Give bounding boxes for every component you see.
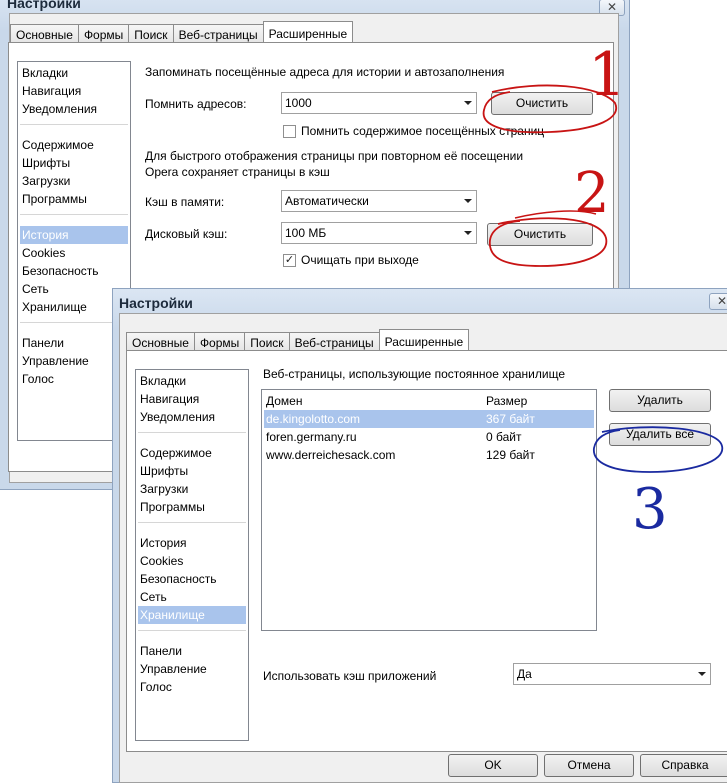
- window-title: Настройки: [119, 295, 193, 311]
- sidebar-divider: [138, 432, 246, 433]
- remember-addresses-value: 1000: [285, 96, 312, 110]
- chevron-down-icon: [464, 199, 472, 203]
- remember-contents-label: Помнить содержимое посещённых страниц: [301, 124, 545, 138]
- close-icon[interactable]: ✕: [709, 293, 727, 310]
- sidebar-item-cookies[interactable]: Cookies: [138, 552, 246, 570]
- chevron-down-icon: [698, 672, 706, 676]
- row-size: 0 байт: [486, 430, 522, 444]
- sidebar-item-programs[interactable]: Программы: [20, 190, 128, 208]
- chevron-down-icon: [464, 231, 472, 235]
- delete-button[interactable]: Удалить: [609, 389, 711, 412]
- remember-addresses-label: Помнить адресов:: [145, 97, 247, 111]
- sidebar-divider: [20, 214, 128, 215]
- tab-panel: Вкладки Навигация Уведомления Содержимое…: [126, 350, 727, 752]
- sidebar-item-history[interactable]: История: [138, 534, 246, 552]
- row-domain: foren.germany.ru: [266, 430, 357, 444]
- app-cache-select[interactable]: Да: [513, 663, 711, 685]
- history-heading: Запоминать посещённые адреса для истории…: [145, 65, 505, 79]
- sidebar-item-voice[interactable]: Голос: [138, 678, 246, 696]
- chevron-down-icon: [464, 101, 472, 105]
- disk-cache-label: Дисковый кэш:: [145, 227, 228, 241]
- sidebar-item-storage[interactable]: Хранилище: [138, 606, 246, 624]
- list-item[interactable]: foren.germany.ru 0 байт: [264, 428, 594, 446]
- sidebar-item-downloads[interactable]: Загрузки: [20, 172, 128, 190]
- memory-cache-label: Кэш в памяти:: [145, 195, 225, 209]
- cache-description-line1: Для быстрого отображения страницы при по…: [145, 149, 524, 163]
- cache-description-line2: Opera сохраняет страницы в кэш: [145, 165, 330, 179]
- sidebar-item-control[interactable]: Управление: [138, 660, 246, 678]
- cancel-button[interactable]: Отмена: [544, 754, 634, 777]
- column-header-domain[interactable]: Домен: [266, 392, 303, 410]
- ok-button[interactable]: OK: [448, 754, 538, 777]
- sidebar-item-content[interactable]: Содержимое: [20, 136, 128, 154]
- sidebar-item-programs[interactable]: Программы: [138, 498, 246, 516]
- app-cache-label: Использовать кэш приложений: [263, 669, 437, 683]
- sidebar-item-navigation[interactable]: Навигация: [20, 82, 128, 100]
- clear-cache-button[interactable]: Очистить: [487, 223, 593, 246]
- clear-on-exit-label: Очищать при выходе: [301, 253, 419, 267]
- memory-cache-select[interactable]: Автоматически: [281, 190, 477, 212]
- sidebar-item-downloads[interactable]: Загрузки: [138, 480, 246, 498]
- disk-cache-value: 100 МБ: [285, 226, 327, 240]
- settings-window-front: Настройки ✕ Основные Формы Поиск Веб-стр…: [112, 288, 727, 783]
- storage-heading: Веб-страницы, использующие постоянное хр…: [263, 367, 566, 381]
- sidebar: Вкладки Навигация Уведомления Содержимое…: [135, 369, 249, 741]
- clear-history-button[interactable]: Очистить: [491, 92, 593, 115]
- sidebar-item-notifications[interactable]: Уведомления: [138, 408, 246, 426]
- sidebar-item-cookies[interactable]: Cookies: [20, 244, 128, 262]
- remember-contents-checkbox[interactable]: [283, 125, 296, 138]
- list-header: Домен Размер: [264, 392, 594, 410]
- sidebar-divider: [20, 124, 128, 125]
- sidebar-item-toolbars[interactable]: Панели: [138, 642, 246, 660]
- sidebar-item-security[interactable]: Безопасность: [20, 262, 128, 280]
- sidebar-item-tabs[interactable]: Вкладки: [20, 64, 128, 82]
- sidebar-item-tabs[interactable]: Вкладки: [138, 372, 246, 390]
- storage-list[interactable]: Домен Размер de.kingolotto.com 367 байт …: [261, 389, 597, 631]
- app-cache-value: Да: [517, 667, 532, 681]
- list-item[interactable]: www.derreichesack.com 129 байт: [264, 446, 594, 464]
- sidebar-item-fonts[interactable]: Шрифты: [138, 462, 246, 480]
- delete-all-button[interactable]: Удалить все: [609, 423, 711, 446]
- window-title: Настройки: [7, 0, 81, 11]
- sidebar-item-security[interactable]: Безопасность: [138, 570, 246, 588]
- row-domain: de.kingolotto.com: [266, 412, 361, 426]
- sidebar-item-history[interactable]: История: [20, 226, 128, 244]
- column-header-size[interactable]: Размер: [486, 392, 527, 410]
- sidebar-item-network[interactable]: Сеть: [138, 588, 246, 606]
- clear-on-exit-checkbox[interactable]: ✓: [283, 254, 296, 267]
- remember-addresses-select[interactable]: 1000: [281, 92, 477, 114]
- sidebar-item-notifications[interactable]: Уведомления: [20, 100, 128, 118]
- sidebar-item-fonts[interactable]: Шрифты: [20, 154, 128, 172]
- dialog-body: Основные Формы Поиск Веб-страницы Расшир…: [119, 313, 727, 783]
- row-domain: www.derreichesack.com: [266, 448, 396, 462]
- sidebar-divider: [138, 630, 246, 631]
- sidebar-item-navigation[interactable]: Навигация: [138, 390, 246, 408]
- help-button[interactable]: Справка: [640, 754, 727, 777]
- row-size: 367 байт: [486, 412, 535, 426]
- memory-cache-value: Автоматически: [285, 194, 369, 208]
- row-size: 129 байт: [486, 448, 535, 462]
- disk-cache-select[interactable]: 100 МБ: [281, 222, 477, 244]
- list-item[interactable]: de.kingolotto.com 367 байт: [264, 410, 594, 428]
- sidebar-item-content[interactable]: Содержимое: [138, 444, 246, 462]
- sidebar-divider: [138, 522, 246, 523]
